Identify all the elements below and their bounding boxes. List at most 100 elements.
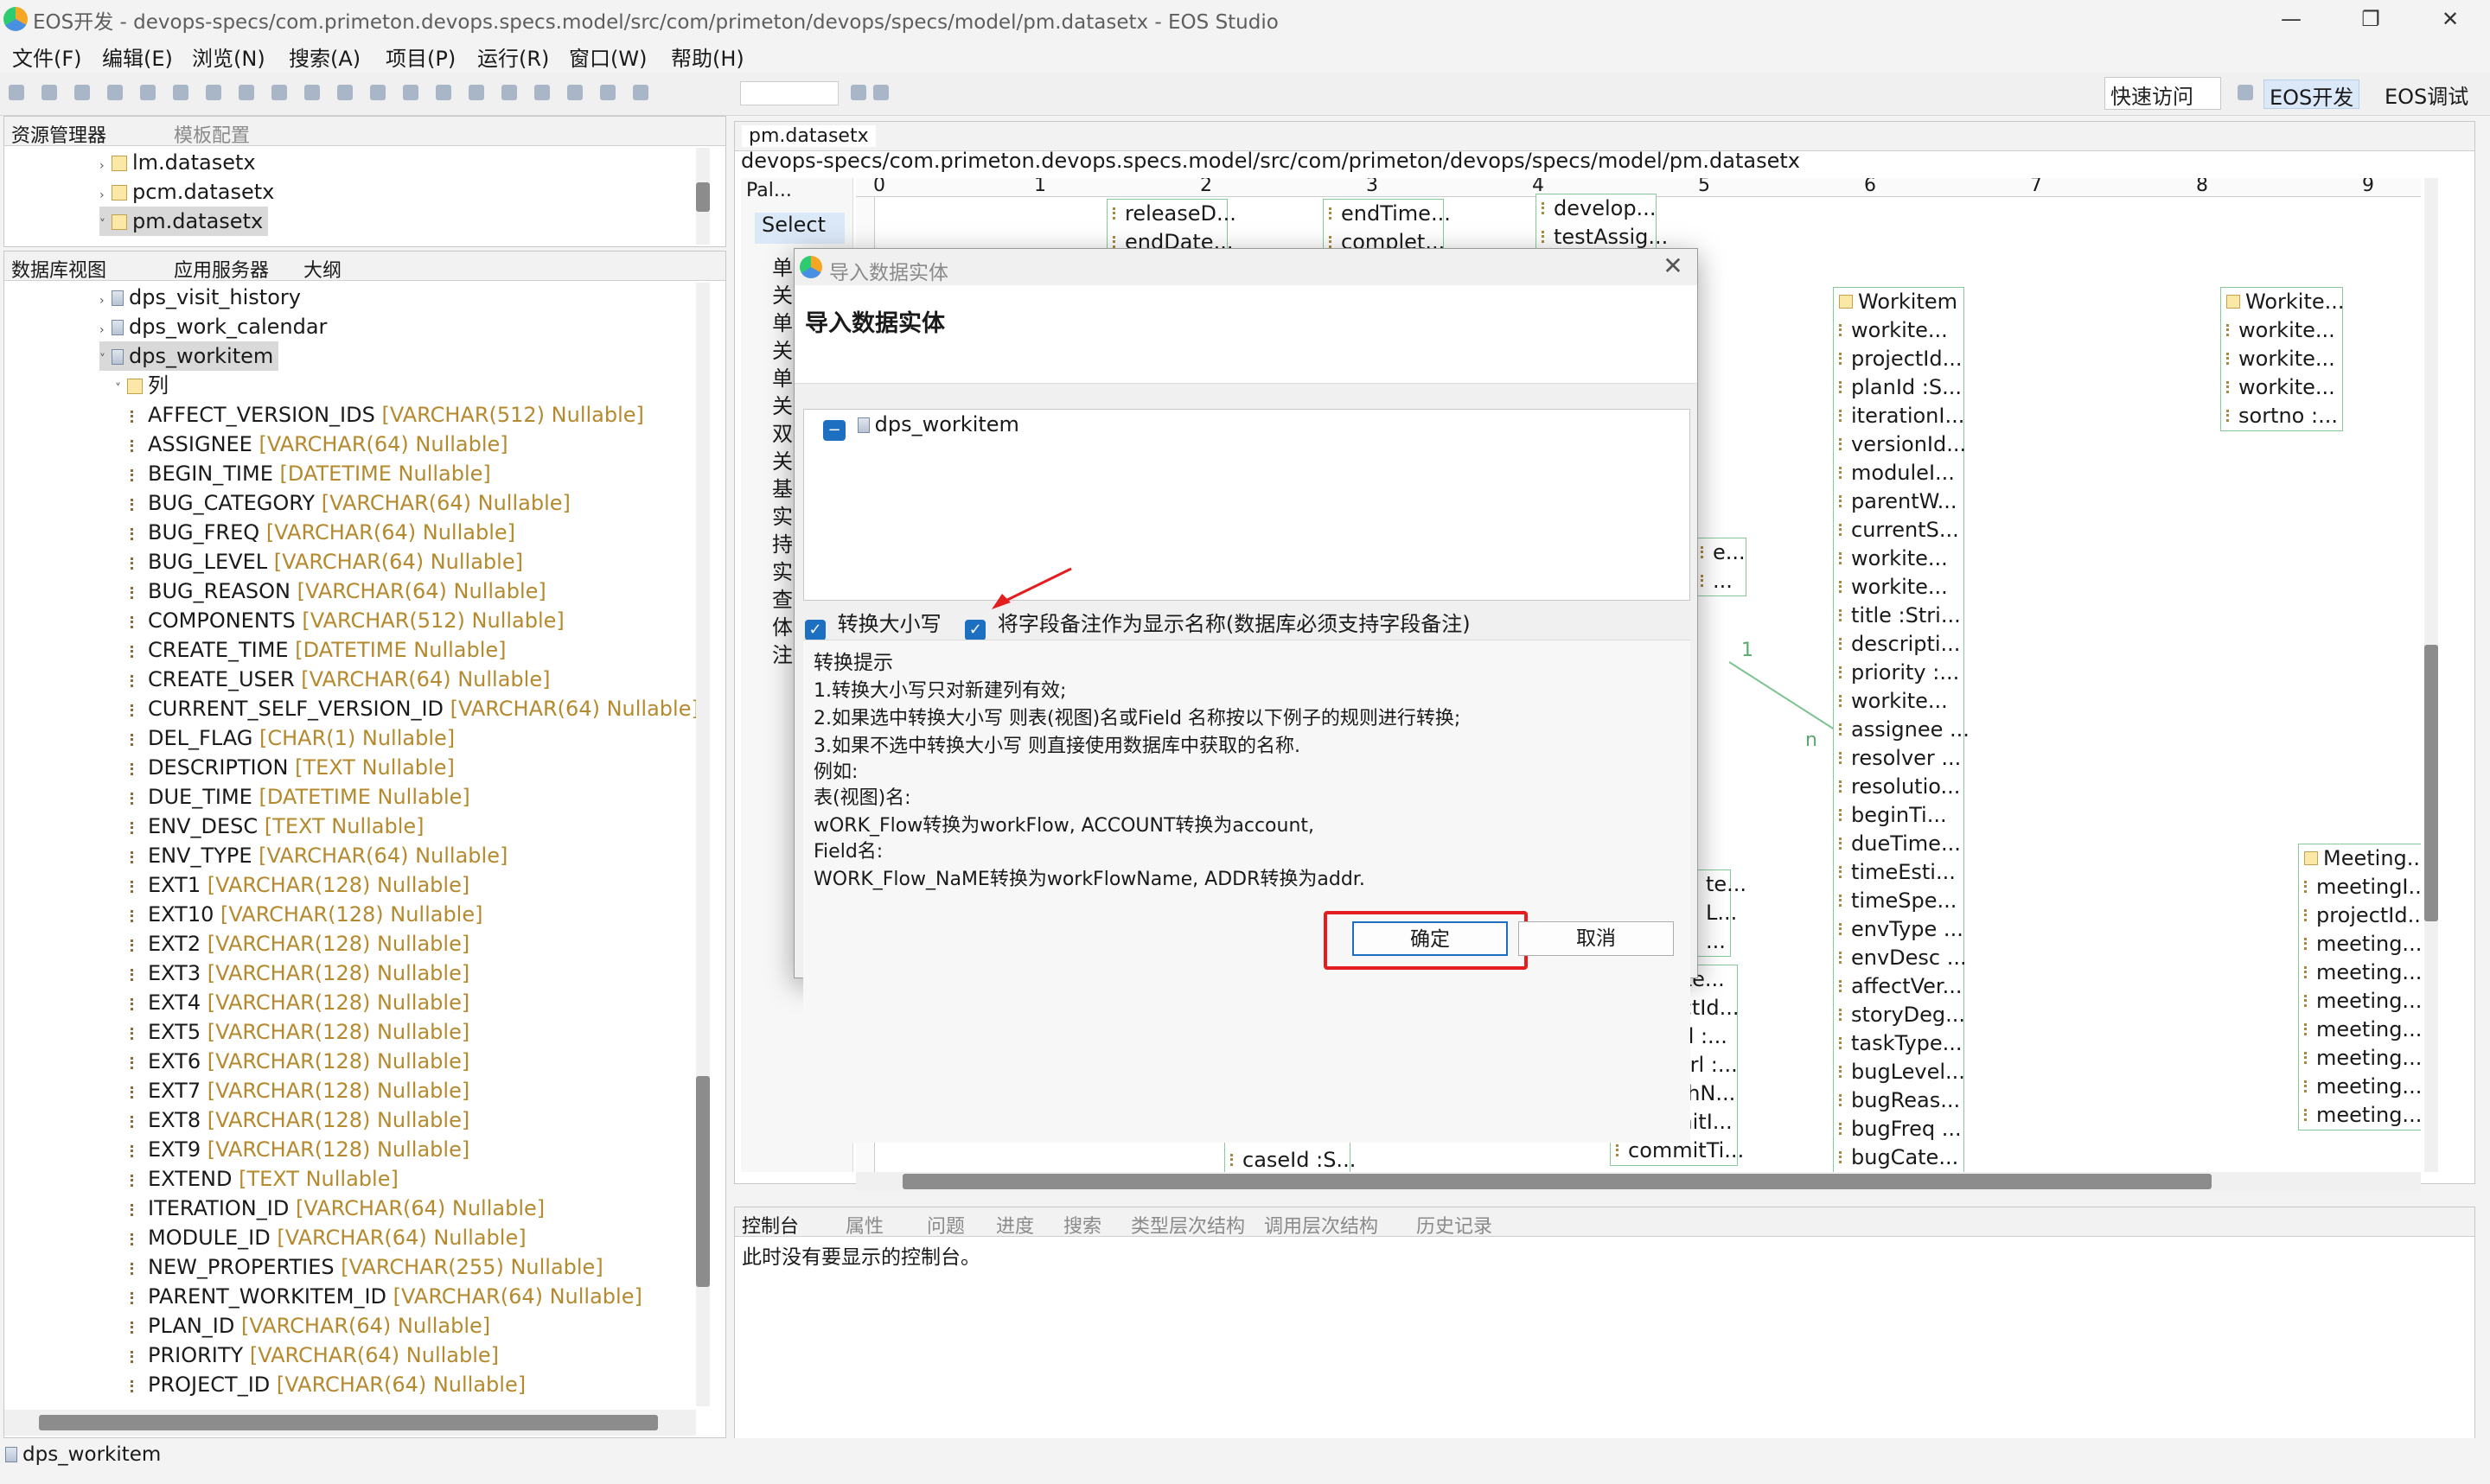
resource-scrollbar[interactable]	[696, 148, 710, 245]
open-perspective-icon[interactable]	[2238, 85, 2253, 100]
palette-item[interactable]: 持	[772, 527, 793, 557]
entity-partial[interactable]: e......	[1695, 538, 1746, 596]
minimize-button[interactable]: —	[2251, 0, 2331, 40]
palette-item[interactable]: 体	[772, 610, 793, 640]
column-item[interactable]: ASSIGNEE [VARCHAR(64) Nullable]	[131, 430, 508, 459]
convert-case-checkbox[interactable]: ✓	[805, 620, 826, 640]
entity-field[interactable]: title :Stri...	[1834, 602, 1963, 630]
entity-field[interactable]: workite...	[1834, 573, 1963, 602]
column-item[interactable]: DEL_FLAG [CHAR(1) Nullable]	[131, 723, 455, 753]
entity-field[interactable]: Workite...	[2221, 288, 2345, 316]
entity-field[interactable]: planId :S...	[1834, 373, 1963, 402]
column-item[interactable]: ITERATION_ID [VARCHAR(64) Nullable]	[131, 1194, 545, 1223]
column-item[interactable]: EXT5 [VARCHAR(128) Nullable]	[131, 1017, 469, 1047]
column-item[interactable]: EXTEND [TEXT Nullable]	[131, 1164, 399, 1194]
entity-field[interactable]: envType ...	[1834, 915, 1963, 944]
entity-field[interactable]: projectId...	[1834, 345, 1963, 373]
entity-field[interactable]: workite...	[1834, 687, 1963, 716]
entity-field[interactable]: timeSpe...	[1834, 887, 1963, 915]
entity-field[interactable]: meetingI...	[2299, 873, 2421, 901]
column-item[interactable]: CURRENT_SELF_VERSION_ID [VARCHAR(64) Nul…	[131, 694, 699, 723]
entity-field[interactable]: resolver ...	[1834, 744, 1963, 773]
column-item[interactable]: BUG_REASON [VARCHAR(64) Nullable]	[131, 576, 546, 606]
deploy-icon[interactable]	[370, 85, 386, 100]
entity-field[interactable]: meeting...	[2299, 930, 2421, 959]
zoom-icon[interactable]	[567, 85, 583, 100]
tab-type-hierarchy[interactable]: 类型层次结构	[1131, 1211, 1245, 1239]
column-item[interactable]: CREATE_TIME [DATETIME Nullable]	[131, 635, 507, 665]
palette-item[interactable]: 实	[772, 555, 793, 585]
debug-icon[interactable]	[206, 85, 221, 100]
entity-field[interactable]: descripti...	[1834, 630, 1963, 659]
entity-field[interactable]: workite...	[1834, 316, 1963, 345]
palette-item[interactable]: 单	[772, 361, 793, 392]
chevron-down-icon[interactable]	[873, 85, 889, 100]
column-item[interactable]: EXT1 [VARCHAR(128) Nullable]	[131, 870, 469, 900]
entity-field[interactable]: assignee ...	[1834, 716, 1970, 744]
column-item[interactable]: BUG_CATEGORY [VARCHAR(64) Nullable]	[131, 488, 571, 518]
back-icon[interactable]	[501, 85, 517, 100]
entity-field[interactable]: priority :...	[1834, 659, 1963, 687]
column-item[interactable]: NEW_PROPERTIES [VARCHAR(255) Nullable]	[131, 1252, 603, 1282]
tab-resource-explorer[interactable]: 资源管理器	[11, 120, 106, 148]
tab-call-hierarchy[interactable]: 调用层次结构	[1264, 1211, 1378, 1239]
entity-field[interactable]: iterationI...	[1834, 402, 1964, 430]
entity-field[interactable]: envDesc ...	[1834, 944, 1967, 972]
entity-field[interactable]: meeting...	[2299, 1016, 2421, 1044]
palette-item[interactable]: 关	[772, 444, 793, 474]
new-icon[interactable]	[9, 85, 24, 100]
palette-item[interactable]: 关	[772, 278, 793, 309]
scroll-thumb[interactable]	[696, 182, 710, 212]
menu-project[interactable]: 项目(P)	[386, 41, 456, 72]
align-icon[interactable]	[633, 85, 648, 100]
entity-field[interactable]: caseId :S...	[1225, 1146, 1356, 1172]
hscroll-thumb[interactable]	[39, 1415, 658, 1430]
entity-field[interactable]: Meeting...	[2299, 844, 2421, 873]
entity-field[interactable]: bugLevel...	[1834, 1058, 1965, 1086]
palette-item[interactable]: 关	[772, 389, 793, 419]
palette-item[interactable]: 单	[772, 306, 793, 336]
menu-edit[interactable]: 编辑(E)	[102, 41, 173, 72]
column-item[interactable]: BUG_LEVEL [VARCHAR(64) Nullable]	[131, 547, 523, 576]
palette-header[interactable]: Pal...	[746, 180, 792, 201]
tab-search[interactable]: 搜索	[1063, 1211, 1101, 1239]
open-type-icon[interactable]	[403, 85, 418, 100]
search-icon[interactable]	[271, 85, 287, 100]
entity-field[interactable]: workite...	[2221, 345, 2342, 373]
menu-run[interactable]: 运行(R)	[477, 41, 549, 72]
db-scrollbar[interactable]	[696, 283, 710, 1406]
tree-item-dps-workitem[interactable]: − dps_workitem	[823, 410, 1019, 441]
scroll-thumb[interactable]	[2424, 645, 2438, 921]
entity-field[interactable]: meeting...	[2299, 1073, 2421, 1101]
entity-field[interactable]: e...	[1695, 538, 1746, 567]
entity-field[interactable]: develop...	[1536, 194, 1656, 223]
entity-field[interactable]: sortno :...	[2221, 402, 2342, 430]
menu-window[interactable]: 窗口(W)	[569, 41, 647, 72]
column-item[interactable]: ENV_TYPE [VARCHAR(64) Nullable]	[131, 841, 508, 870]
entity-field[interactable]: bugFreq ...	[1834, 1115, 1963, 1143]
layout-icon[interactable]	[600, 85, 616, 100]
menu-search[interactable]: 搜索(A)	[289, 41, 361, 72]
tab-problems[interactable]: 问题	[927, 1211, 965, 1239]
entity-develop[interactable]: develop... testAssig...	[1536, 194, 1668, 252]
entity-field[interactable]: bugReas...	[1834, 1086, 1963, 1115]
restore-button[interactable]: ❐	[2331, 0, 2410, 40]
package-icon[interactable]	[337, 85, 353, 100]
dialog-close-button[interactable]: ✕	[1656, 251, 1690, 283]
entity-field[interactable]: resolutio...	[1834, 773, 1963, 801]
entity-field[interactable]: versionId...	[1834, 430, 1966, 459]
column-item[interactable]: EXT6 [VARCHAR(128) Nullable]	[131, 1047, 469, 1076]
settings-icon[interactable]	[173, 85, 188, 100]
perspective-eos-debug[interactable]: EOS调试	[2379, 80, 2474, 109]
entity-field[interactable]: endTime...	[1324, 200, 1451, 228]
column-item[interactable]: DUE_TIME [DATETIME Nullable]	[131, 782, 470, 812]
save-icon[interactable]	[42, 85, 57, 100]
hscroll-thumb[interactable]	[903, 1174, 2212, 1189]
tab-template-config[interactable]: 模板配置	[174, 120, 250, 148]
column-item[interactable]: MODULE_ID [VARCHAR(64) Nullable]	[131, 1223, 527, 1252]
tree-item-pm[interactable]: ˅ pm.datasetx	[99, 207, 269, 236]
canvas-hscrollbar[interactable]	[856, 1172, 2421, 1191]
entity-field[interactable]: bugCate...	[1834, 1143, 1963, 1172]
tab-console[interactable]: 控制台	[742, 1211, 799, 1239]
forward-icon[interactable]	[534, 85, 550, 100]
